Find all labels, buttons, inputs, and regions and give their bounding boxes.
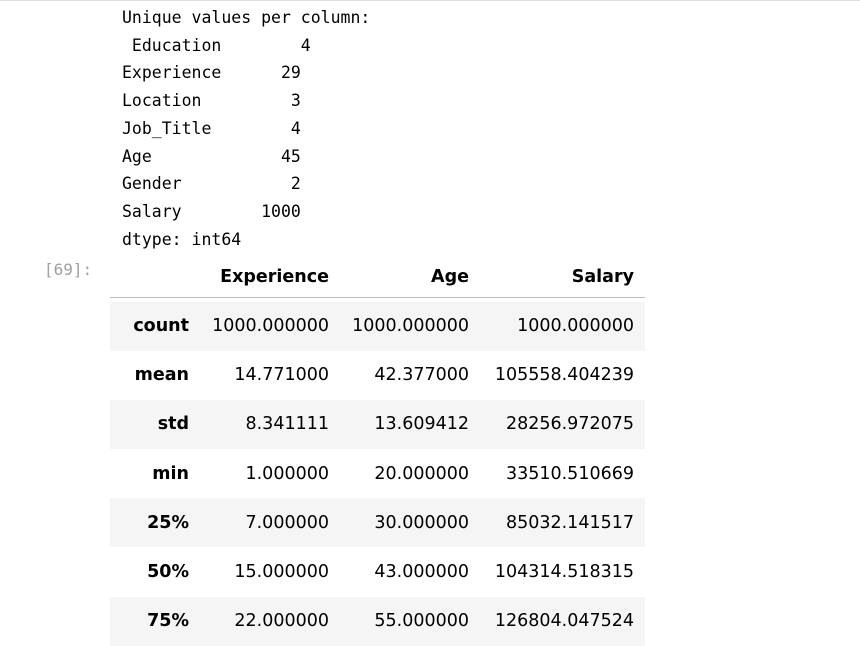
row-label: 75% — [147, 611, 189, 632]
table-cell: 126804.047524 — [494, 611, 634, 632]
table-cell: 13.609412 — [374, 414, 469, 435]
table-cell: 7.000000 — [245, 512, 329, 533]
column-header-salary: Salary — [480, 257, 645, 298]
row-label: count — [133, 316, 189, 337]
table-cell: 30.000000 — [374, 512, 469, 533]
output-line: Age 45 — [122, 146, 301, 166]
output-line: Experience 29 — [122, 63, 301, 83]
table-cell: 20.000000 — [374, 463, 469, 484]
table-cell: 15.000000 — [234, 562, 329, 583]
row-label: mean — [134, 365, 189, 386]
table-cell: 33510.510669 — [505, 463, 634, 484]
unique-values-output: Unique values per column: Education 4 Ex… — [122, 4, 370, 253]
table-cell: 1000.000000 — [212, 316, 329, 337]
table-row: 25% 7.000000 30.000000 85032.141517 — [110, 498, 645, 548]
table-row: std 8.341111 13.609412 28256.972075 — [110, 399, 645, 450]
table-cell: 1000.000000 — [352, 316, 469, 337]
describe-table: Experience Age Salary count 1000.000000 … — [110, 257, 645, 646]
column-header-age: Age — [340, 257, 480, 298]
table-row: mean 14.771000 42.377000 105558.404239 — [110, 351, 645, 400]
row-label: 50% — [147, 562, 189, 583]
table-cell: 42.377000 — [374, 365, 469, 386]
table-cell: 55.000000 — [374, 611, 469, 632]
output-line: Location 3 — [122, 91, 301, 111]
row-label: min — [152, 463, 189, 484]
table-cell: 104314.518315 — [494, 562, 634, 583]
cell-top-border — [0, 0, 860, 1]
table-cell: 1000.000000 — [517, 316, 634, 337]
table-cell: 28256.972075 — [505, 414, 634, 435]
header-row: Experience Age Salary — [110, 257, 645, 298]
output-line: Salary 1000 — [122, 201, 301, 221]
output-line: dtype: int64 — [122, 229, 242, 249]
table-row: 75% 22.000000 55.000000 126804.047524 — [110, 596, 645, 646]
table-cell: 22.000000 — [234, 611, 329, 632]
table-row: count 1000.000000 1000.000000 1000.00000… — [110, 301, 645, 351]
row-label: std — [157, 414, 189, 435]
output-line: Unique values per column: — [122, 8, 371, 27]
column-header-experience: Experience — [200, 257, 340, 298]
execution-count-prompt: [69]: — [44, 260, 93, 279]
table-body: count 1000.000000 1000.000000 1000.00000… — [110, 298, 645, 646]
table-cell: 14.771000 — [234, 365, 329, 386]
table-header: Experience Age Salary — [110, 257, 645, 298]
index-header — [110, 257, 200, 298]
table-row: 50% 15.000000 43.000000 104314.518315 — [110, 547, 645, 596]
output-line: Education 4 — [122, 35, 311, 55]
table-cell: 43.000000 — [374, 562, 469, 583]
output-line: Job_Title 4 — [122, 118, 301, 138]
table-cell: 1.000000 — [245, 463, 329, 484]
row-label: 25% — [147, 512, 189, 533]
table-row: min 1.000000 20.000000 33510.510669 — [110, 449, 645, 498]
table-cell: 85032.141517 — [505, 512, 634, 533]
table-cell: 8.341111 — [245, 414, 329, 435]
table-cell: 105558.404239 — [494, 365, 634, 386]
output-line: Gender 2 — [122, 174, 301, 194]
